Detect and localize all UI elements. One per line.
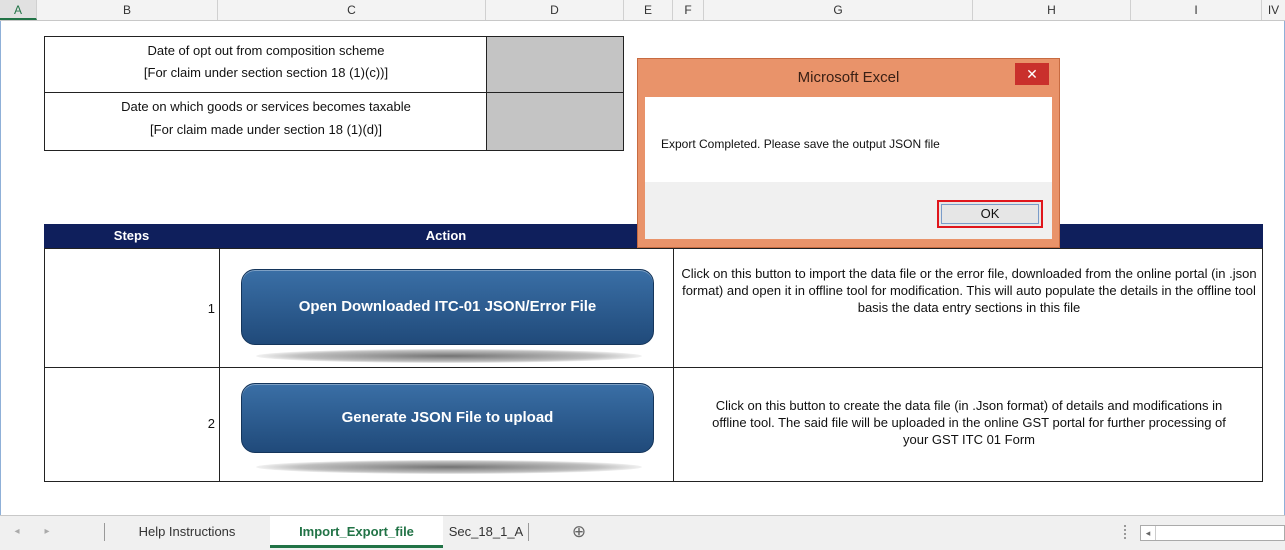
step-1-action-cell: Open Downloaded ITC-01 JSON/Error File [219,248,674,368]
column-header-bar: A B C D E F G H I IV [0,0,1285,21]
taxable-label-line2: [For claim made under section 18 (1)(d)] [150,122,382,137]
step-1-number-cell: 1 [44,248,220,368]
horizontal-scrollbar[interactable]: ◂ [1140,525,1285,541]
column-header-e[interactable]: E [624,0,673,20]
generate-json-button[interactable]: Generate JSON File to upload [241,383,654,453]
step-1-description-cell: Click on this button to import the data … [673,248,1263,368]
step-2-number-cell: 2 [44,367,220,482]
column-header-h[interactable]: H [973,0,1131,20]
step-1-number: 1 [207,301,215,316]
taxable-date-input[interactable] [486,92,624,151]
add-sheet-icon[interactable]: ⊕ [567,516,591,548]
tab-import-export-file[interactable]: Import_Export_file [270,516,443,548]
column-header-d[interactable]: D [486,0,624,20]
tab-sec-18-1-a[interactable]: Sec_18_1_A [444,516,528,548]
action-header: Action [219,224,673,248]
step-2-action-cell: Generate JSON File to upload [219,367,674,482]
dialog-message: Export Completed. Please save the output… [661,137,940,151]
steps-header: Steps [44,224,219,248]
column-header-f[interactable]: F [673,0,704,20]
column-header-b[interactable]: B [37,0,218,20]
opt-out-date-input[interactable] [486,36,624,93]
step-1-description: Click on this button to import the data … [681,266,1257,315]
step-2-number: 2 [207,416,215,431]
button-shadow [256,349,642,363]
open-json-button[interactable]: Open Downloaded ITC-01 JSON/Error File [241,269,654,345]
sheet-nav-prev-icon[interactable]: ◂ [10,516,24,548]
column-header-iv[interactable]: IV [1262,0,1285,20]
dialog-footer: OK [645,182,1052,239]
opt-out-label-line1: Date of opt out from composition scheme [147,43,385,58]
step-2-description-cell: Click on this button to create the data … [673,367,1263,482]
taxable-row: Date on which goods or services becomes … [44,92,487,151]
sheet-tab-bar: ◂ ▸ Help Instructions Import_Export_file… [0,515,1285,550]
tab-divider [528,523,529,541]
column-header-c[interactable]: C [218,0,486,20]
column-header-g[interactable]: G [704,0,973,20]
ok-button[interactable]: OK [937,200,1043,228]
opt-out-row: Date of opt out from composition scheme … [44,36,487,93]
step-2-description: Click on this button to create the data … [712,398,1226,447]
ok-button-label: OK [980,206,1000,221]
dialog-title: Microsoft Excel [797,69,900,86]
dialog-body: Export Completed. Please save the output… [645,97,1052,182]
tab-divider [104,523,105,541]
button-shadow [256,460,642,474]
column-header-a[interactable]: A [0,0,37,20]
opt-out-label-line2: [For claim under section section 18 (1)(… [143,65,389,80]
splitter-handle[interactable] [1124,525,1130,539]
message-dialog: Microsoft Excel ✕ Export Completed. Plea… [637,58,1060,248]
sheet-nav-next-icon[interactable]: ▸ [40,516,54,548]
taxable-label-line1: Date on which goods or services becomes … [121,99,411,114]
column-header-i[interactable]: I [1131,0,1262,20]
tab-help-instructions[interactable]: Help Instructions [106,516,268,548]
close-icon[interactable]: ✕ [1015,63,1049,85]
scroll-left-icon[interactable]: ◂ [1141,526,1156,540]
